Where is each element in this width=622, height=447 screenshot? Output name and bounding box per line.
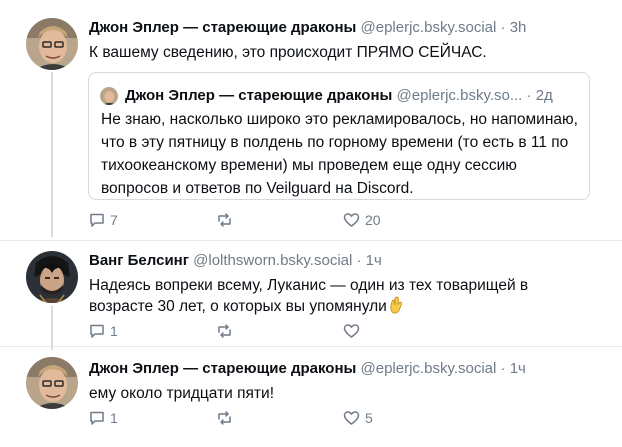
post-time[interactable]: 1ч bbox=[510, 360, 526, 377]
post-time[interactable]: 1ч bbox=[366, 252, 382, 269]
author-name[interactable]: Ванг Белсинг bbox=[89, 252, 189, 269]
post-text-content: Надеясь вопреки всему, Луканис — один из… bbox=[89, 277, 529, 315]
reply-button[interactable]: 1 bbox=[89, 323, 118, 339]
author-handle[interactable]: @eplerjc.bsky.social bbox=[361, 19, 497, 36]
post-text: Надеясь вопреки всему, Луканис — один из… bbox=[89, 275, 559, 320]
author-name[interactable]: Джон Эплер — стареющие драконы bbox=[125, 87, 392, 104]
like-button[interactable] bbox=[343, 323, 365, 339]
post[interactable]: Ванг Белсинг @lolthsworn.bsky.social · 1… bbox=[0, 241, 622, 341]
like-button[interactable]: 5 bbox=[343, 410, 373, 426]
post[interactable]: Джон Эплер — стареющие драконы @eplerjc.… bbox=[0, 0, 622, 240]
avatar[interactable] bbox=[100, 87, 118, 105]
heart-icon bbox=[343, 212, 360, 228]
repost-button[interactable] bbox=[216, 410, 238, 426]
post-time[interactable]: 2д bbox=[536, 87, 553, 104]
avatar[interactable] bbox=[26, 18, 78, 70]
reply-count: 7 bbox=[110, 212, 118, 228]
reply-button[interactable]: 7 bbox=[89, 212, 118, 228]
speech-bubble-icon bbox=[89, 212, 105, 228]
post[interactable]: Джон Эплер — стареющие драконы @eplerjc.… bbox=[0, 347, 622, 447]
repost-arrows-icon bbox=[216, 212, 233, 228]
quoted-post[interactable]: Джон Эплер — стареющие драконы @eplerjc.… bbox=[88, 72, 590, 200]
author-handle[interactable]: @eplerjc.bsky.social bbox=[361, 360, 497, 377]
post-text: ему около тридцати пяти! bbox=[89, 385, 275, 402]
speech-bubble-icon bbox=[89, 410, 105, 426]
separator-dot: · bbox=[500, 360, 506, 377]
post-actions: 1 bbox=[89, 323, 409, 343]
like-button[interactable]: 20 bbox=[343, 212, 381, 228]
heart-icon bbox=[343, 410, 360, 426]
repost-arrows-icon bbox=[216, 323, 233, 339]
repost-arrows-icon bbox=[216, 410, 233, 426]
post-time[interactable]: 3h bbox=[510, 19, 527, 36]
separator-dot: · bbox=[526, 87, 532, 104]
separator-dot: · bbox=[356, 252, 362, 269]
reply-count: 1 bbox=[110, 323, 118, 339]
avatar[interactable] bbox=[26, 251, 78, 303]
author-handle[interactable]: @eplerjc.bsky.so... bbox=[397, 87, 523, 104]
reply-button[interactable]: 1 bbox=[89, 410, 118, 426]
author-handle[interactable]: @lolthsworn.bsky.social bbox=[193, 252, 352, 269]
like-count: 5 bbox=[365, 410, 373, 426]
repost-button[interactable] bbox=[216, 323, 238, 339]
author-name[interactable]: Джон Эплер — стареющие драконы bbox=[89, 360, 356, 377]
crossed-fingers-emoji bbox=[389, 296, 403, 320]
like-count: 20 bbox=[365, 212, 381, 228]
post-actions: 1 5 bbox=[89, 410, 409, 430]
quoted-post-text: Не знаю, насколько широко это рекламиров… bbox=[101, 111, 578, 197]
post-actions: 7 20 bbox=[89, 212, 409, 232]
post-text: К вашему сведению, это происходит ПРЯМО … bbox=[89, 44, 487, 61]
avatar[interactable] bbox=[26, 357, 78, 409]
heart-icon bbox=[343, 323, 360, 339]
author-name[interactable]: Джон Эплер — стареющие драконы bbox=[89, 19, 356, 36]
reply-count: 1 bbox=[110, 410, 118, 426]
speech-bubble-icon bbox=[89, 323, 105, 339]
separator-dot: · bbox=[500, 19, 506, 36]
repost-button[interactable] bbox=[216, 212, 238, 228]
